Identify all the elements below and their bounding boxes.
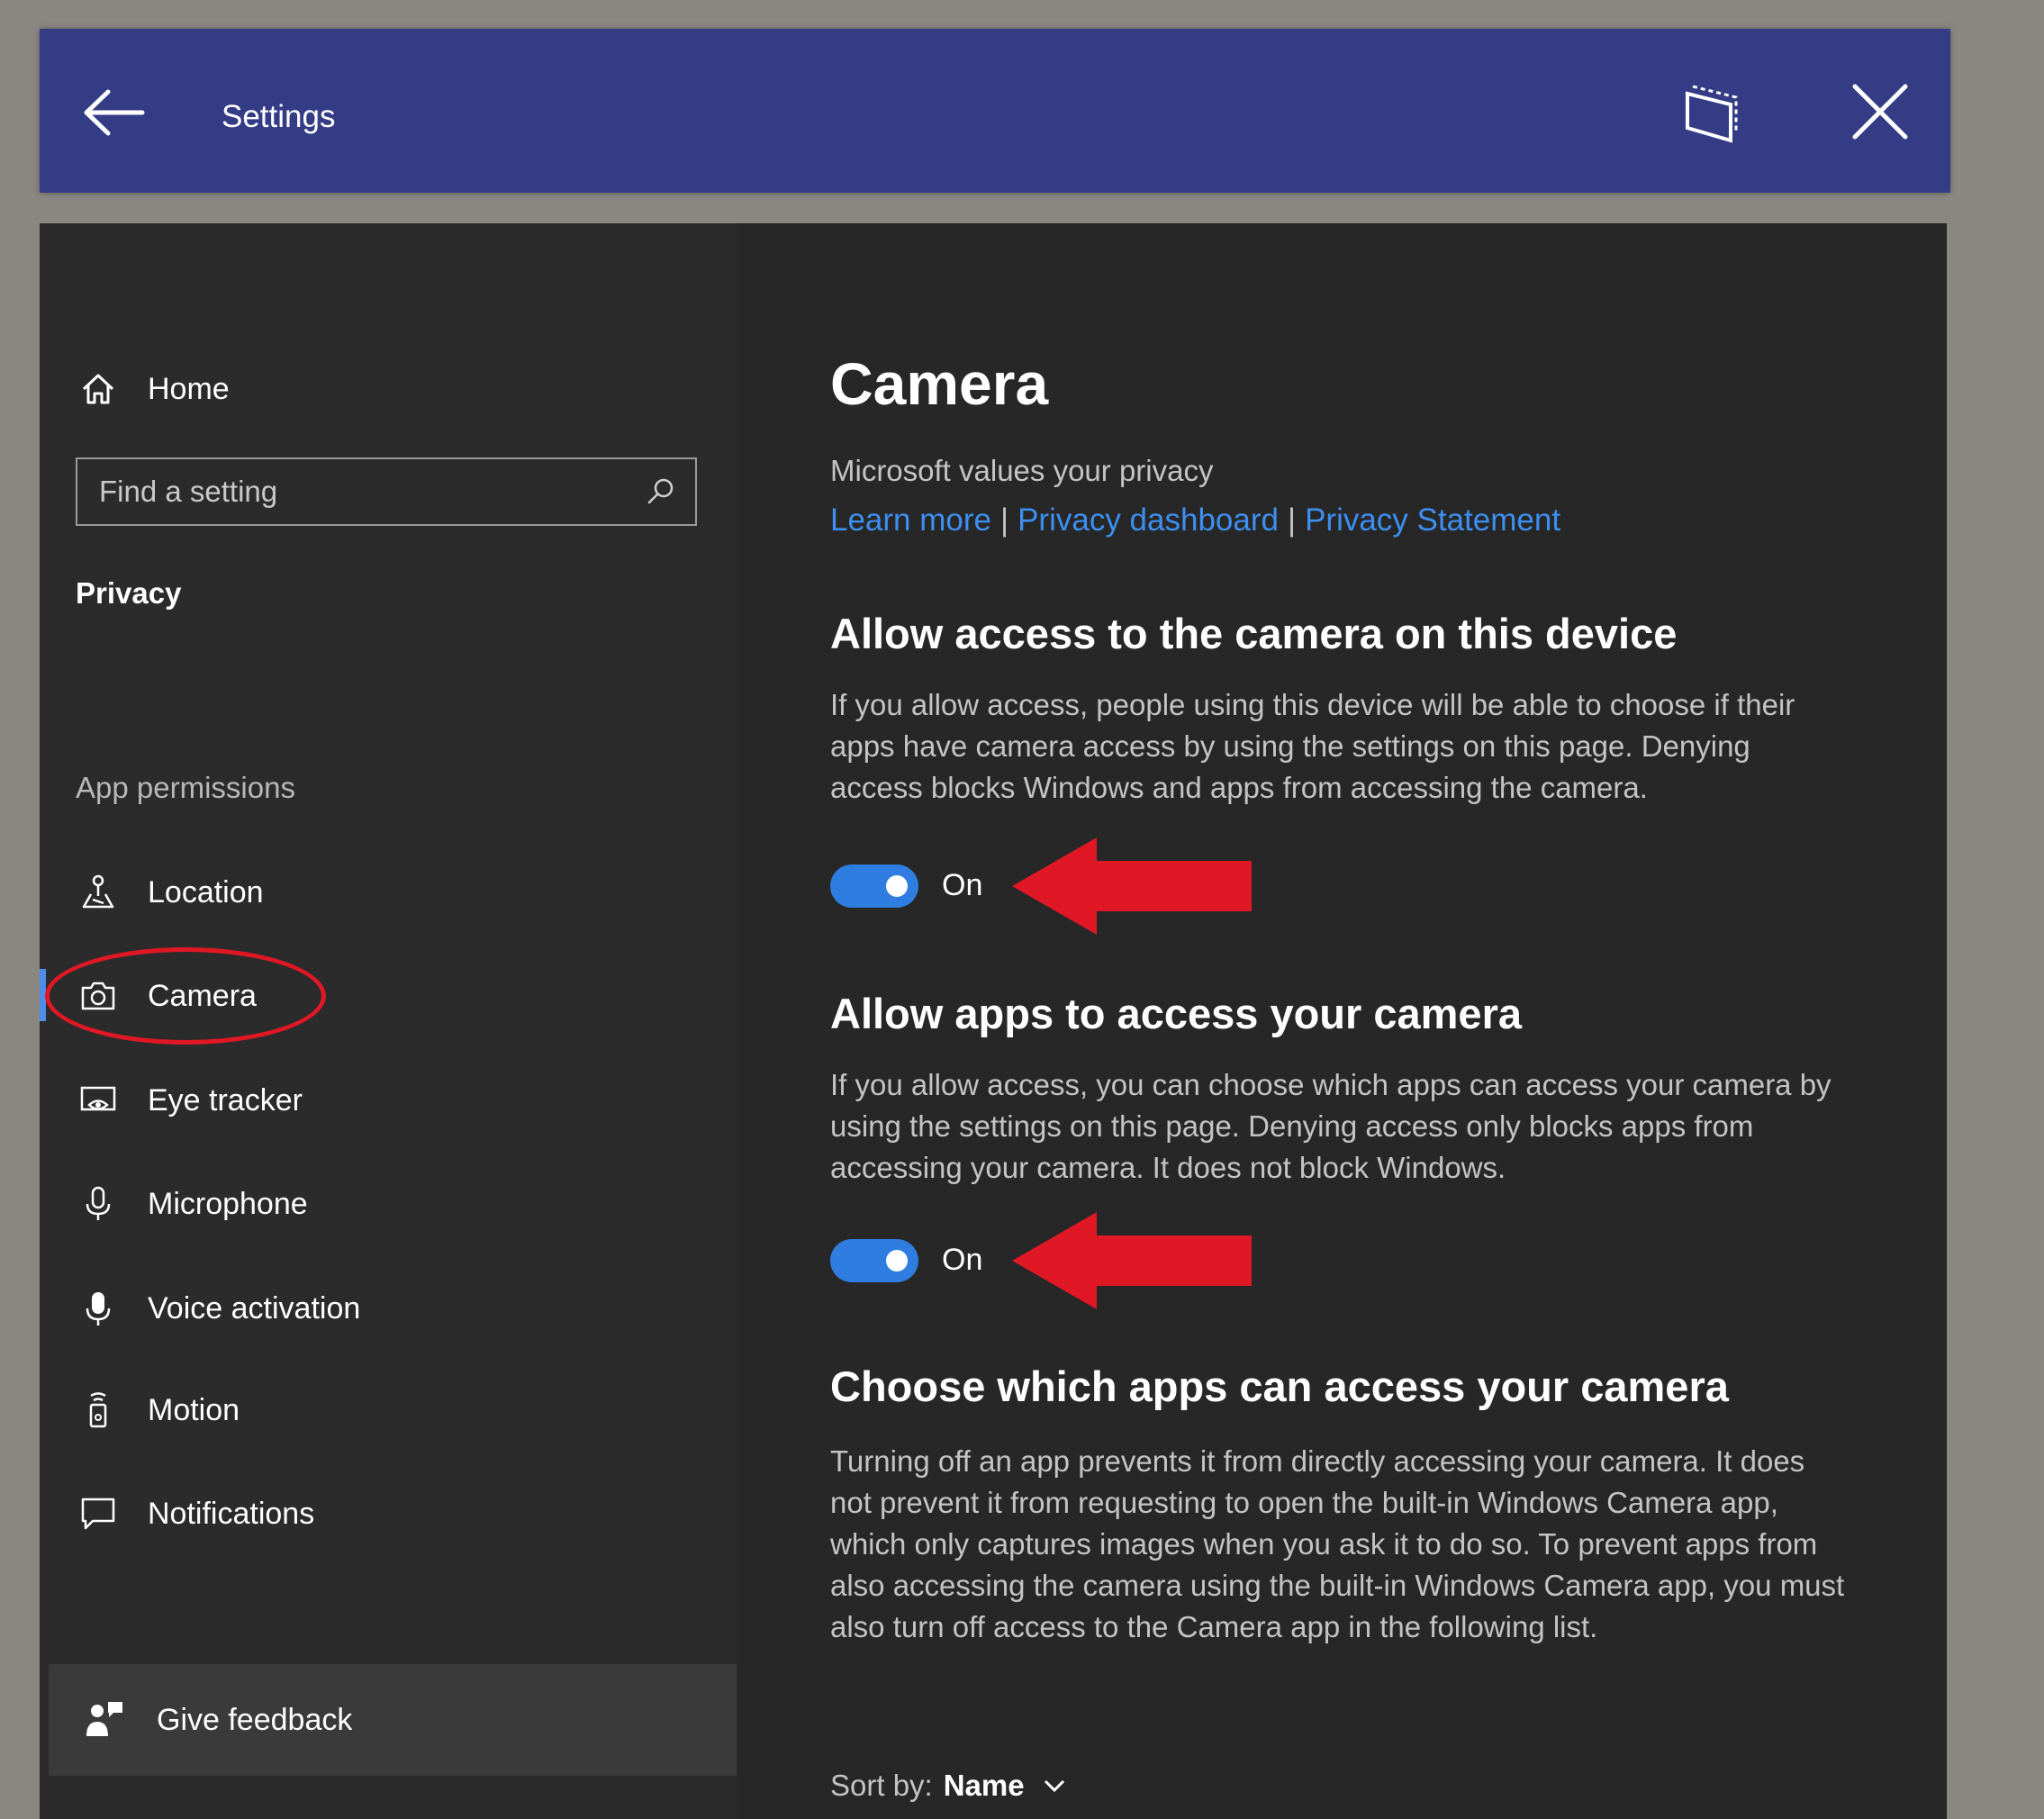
sort-dropdown[interactable]: Sort by: Name [830,1769,1068,1803]
search-box[interactable] [76,457,697,526]
sidebar-item-label: Motion [148,1392,240,1427]
section-privacy: Privacy [76,576,182,610]
search-icon[interactable] [634,465,688,519]
sidebar-item-voice-activation[interactable]: Voice activation [76,1277,360,1340]
sidebar-item-label: Location [148,874,264,910]
sidebar-item-motion[interactable]: Motion [76,1379,240,1442]
sidebar: Home Privacy App permissions Location Ca… [40,223,737,1819]
sidebar-item-notifications[interactable]: Notifications [76,1482,314,1545]
sidebar-item-label: Eye tracker [148,1082,303,1118]
camera-icon [76,973,121,1018]
section-text-device-access: If you allow access, people using this d… [830,688,1795,804]
sort-label: Sort by: [830,1769,933,1802]
privacy-text: Microsoft values your privacy [830,454,1214,487]
motion-icon [76,1388,121,1433]
sidebar-item-location[interactable]: Location [76,861,264,924]
location-icon [76,870,121,915]
learn-more-link[interactable]: Learn more [830,502,991,538]
link-separator: | [1287,502,1297,538]
arrow-left-icon [84,89,145,136]
device-access-toggle[interactable] [830,864,918,908]
title-bar: Settings [40,29,1950,193]
back-button[interactable] [72,72,162,153]
microphone-icon [76,1181,121,1226]
sidebar-item-home[interactable]: Home [76,357,230,421]
section-heading-choose-apps: Choose which apps can access your camera [830,1362,1729,1410]
app-access-toggle[interactable] [830,1239,918,1282]
link-separator: | [999,502,1009,538]
section-heading-device-access: Allow access to the camera on this devic… [830,610,1678,657]
chevron-down-icon [1041,1772,1068,1799]
app-access-toggle-label: On [942,1243,983,1277]
section-app-permissions: App permissions [76,771,295,804]
sidebar-item-microphone[interactable]: Microphone [76,1172,308,1235]
section-text-app-access: If you allow access, you can choose whic… [830,1068,1831,1184]
window-title: Settings [222,99,336,134]
home-icon [76,367,121,412]
toggle-knob [886,875,908,897]
toggle-knob [886,1250,908,1271]
sidebar-item-camera[interactable]: Camera [76,964,257,1027]
sort-value: Name [943,1769,1025,1802]
give-feedback-button[interactable]: Give feedback [49,1664,737,1776]
snap-button[interactable] [1668,68,1754,155]
feedback-icon [81,1697,128,1743]
content-pane: Camera Microsoft values your privacy Lea… [737,223,1947,1819]
settings-window: Home Privacy App permissions Location Ca… [40,223,1947,1819]
sidebar-item-eye-tracker[interactable]: Eye tracker [76,1069,303,1132]
notifications-icon [76,1491,121,1536]
close-button[interactable] [1837,68,1923,155]
section-text-choose-apps: Turning off an app prevents it from dire… [830,1444,1845,1643]
voice-activation-icon [76,1286,121,1331]
sidebar-item-label: Camera [148,978,257,1013]
eye-tracker-icon [76,1078,121,1123]
close-icon [1852,84,1908,140]
annotation-arrow [1012,837,1252,935]
section-heading-app-access: Allow apps to access your camera [830,990,1522,1037]
privacy-dashboard-link[interactable]: Privacy dashboard [1017,502,1279,538]
give-feedback-label: Give feedback [157,1702,353,1737]
sidebar-item-label: Microphone [148,1186,308,1221]
annotation-arrow [1012,1212,1252,1309]
privacy-links: Learn more | Privacy dashboard | Privacy Sta… [830,502,1560,538]
sidebar-item-label: Notifications [148,1496,315,1531]
search-input[interactable] [77,458,634,525]
privacy-statement-link[interactable]: Privacy Statement [1305,502,1560,538]
page-title: Camera [830,350,1049,417]
tablet-icon [1686,85,1738,143]
sidebar-item-label: Voice activation [148,1290,361,1326]
sidebar-item-label: Home [148,371,230,406]
device-access-toggle-label: On [942,868,983,902]
